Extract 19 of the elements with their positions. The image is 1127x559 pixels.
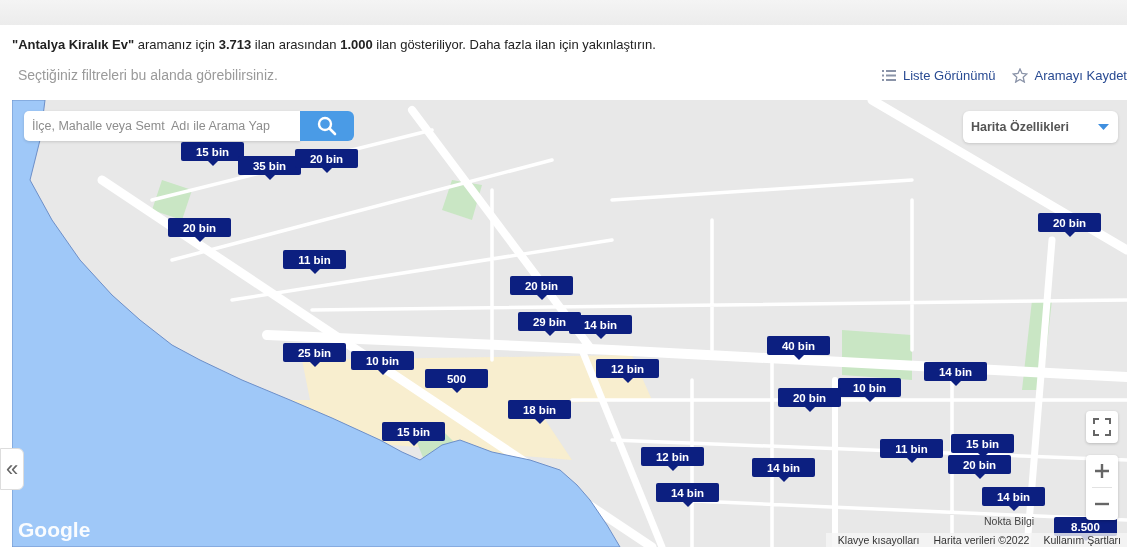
map-features-dropdown[interactable]: Harita Özellikleri [963, 111, 1118, 143]
caret-icon [1098, 124, 1109, 130]
list-icon [882, 69, 896, 81]
collapse-button[interactable]: « [0, 448, 24, 490]
search-icon [317, 116, 337, 136]
fullscreen-icon [1093, 418, 1111, 436]
list-view-link[interactable]: Liste Görünümü [882, 67, 996, 83]
fullscreen-button[interactable] [1086, 411, 1118, 443]
map-footer-link[interactable]: Klavye kısayolları [837, 534, 920, 546]
map-logo: Google [18, 518, 91, 542]
star-icon [1011, 67, 1028, 83]
save-search-link[interactable]: Aramayı Kaydet [1011, 67, 1127, 83]
filter-hint: Seçtiğiniz filtreleri bu alanda görebilirsiniz. [18, 67, 278, 83]
plus-icon [1095, 464, 1109, 478]
map-attribution: Nokta Bilgi [984, 515, 1035, 527]
result-summary: "Antalya Kiralık Ev" aramanız için 3.713 ilan arasından 1.000 ilan gösteriliyor. Daha fazla ilan için yakınlaştırın. [12, 37, 657, 52]
search-field[interactable]: İlçe, Mahalle veya Semt Adı ile Arama Yap [24, 111, 300, 141]
search-button[interactable] [300, 111, 354, 141]
map-footer-link[interactable]: Harita verileri ©2022 [933, 534, 1030, 546]
